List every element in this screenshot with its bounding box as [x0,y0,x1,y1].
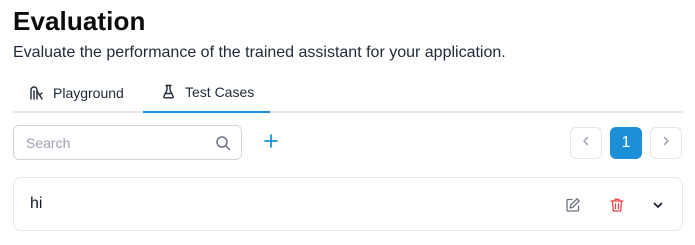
add-test-case-button[interactable] [259,131,283,155]
flask-icon [161,84,176,99]
previous-page-button[interactable] [570,127,602,159]
tab-playground[interactable]: Playground [29,72,124,113]
page-title: Evaluation [13,6,146,36]
chevron-left-icon [580,134,592,152]
plus-icon [263,133,279,154]
chevron-down-icon[interactable] [648,195,668,215]
trash-icon[interactable] [607,195,627,215]
test-case-row[interactable]: hi [13,177,683,231]
tab-playground-label: Playground [53,84,124,101]
edit-icon[interactable] [563,195,583,215]
tab-test-cases-label: Test Cases [185,83,255,100]
tab-test-cases[interactable]: Test Cases [143,72,270,113]
chevron-right-icon [660,134,672,152]
search-box [13,125,242,160]
search-input[interactable] [14,126,204,159]
tab-bar: Playground Test Cases [13,72,683,113]
search-icon[interactable] [215,135,231,151]
playground-icon [29,85,44,100]
test-case-label: hi [30,195,43,212]
page-subtitle: Evaluate the performance of the trained … [13,44,506,61]
page-number-button[interactable]: 1 [610,127,642,159]
next-page-button[interactable] [650,127,682,159]
